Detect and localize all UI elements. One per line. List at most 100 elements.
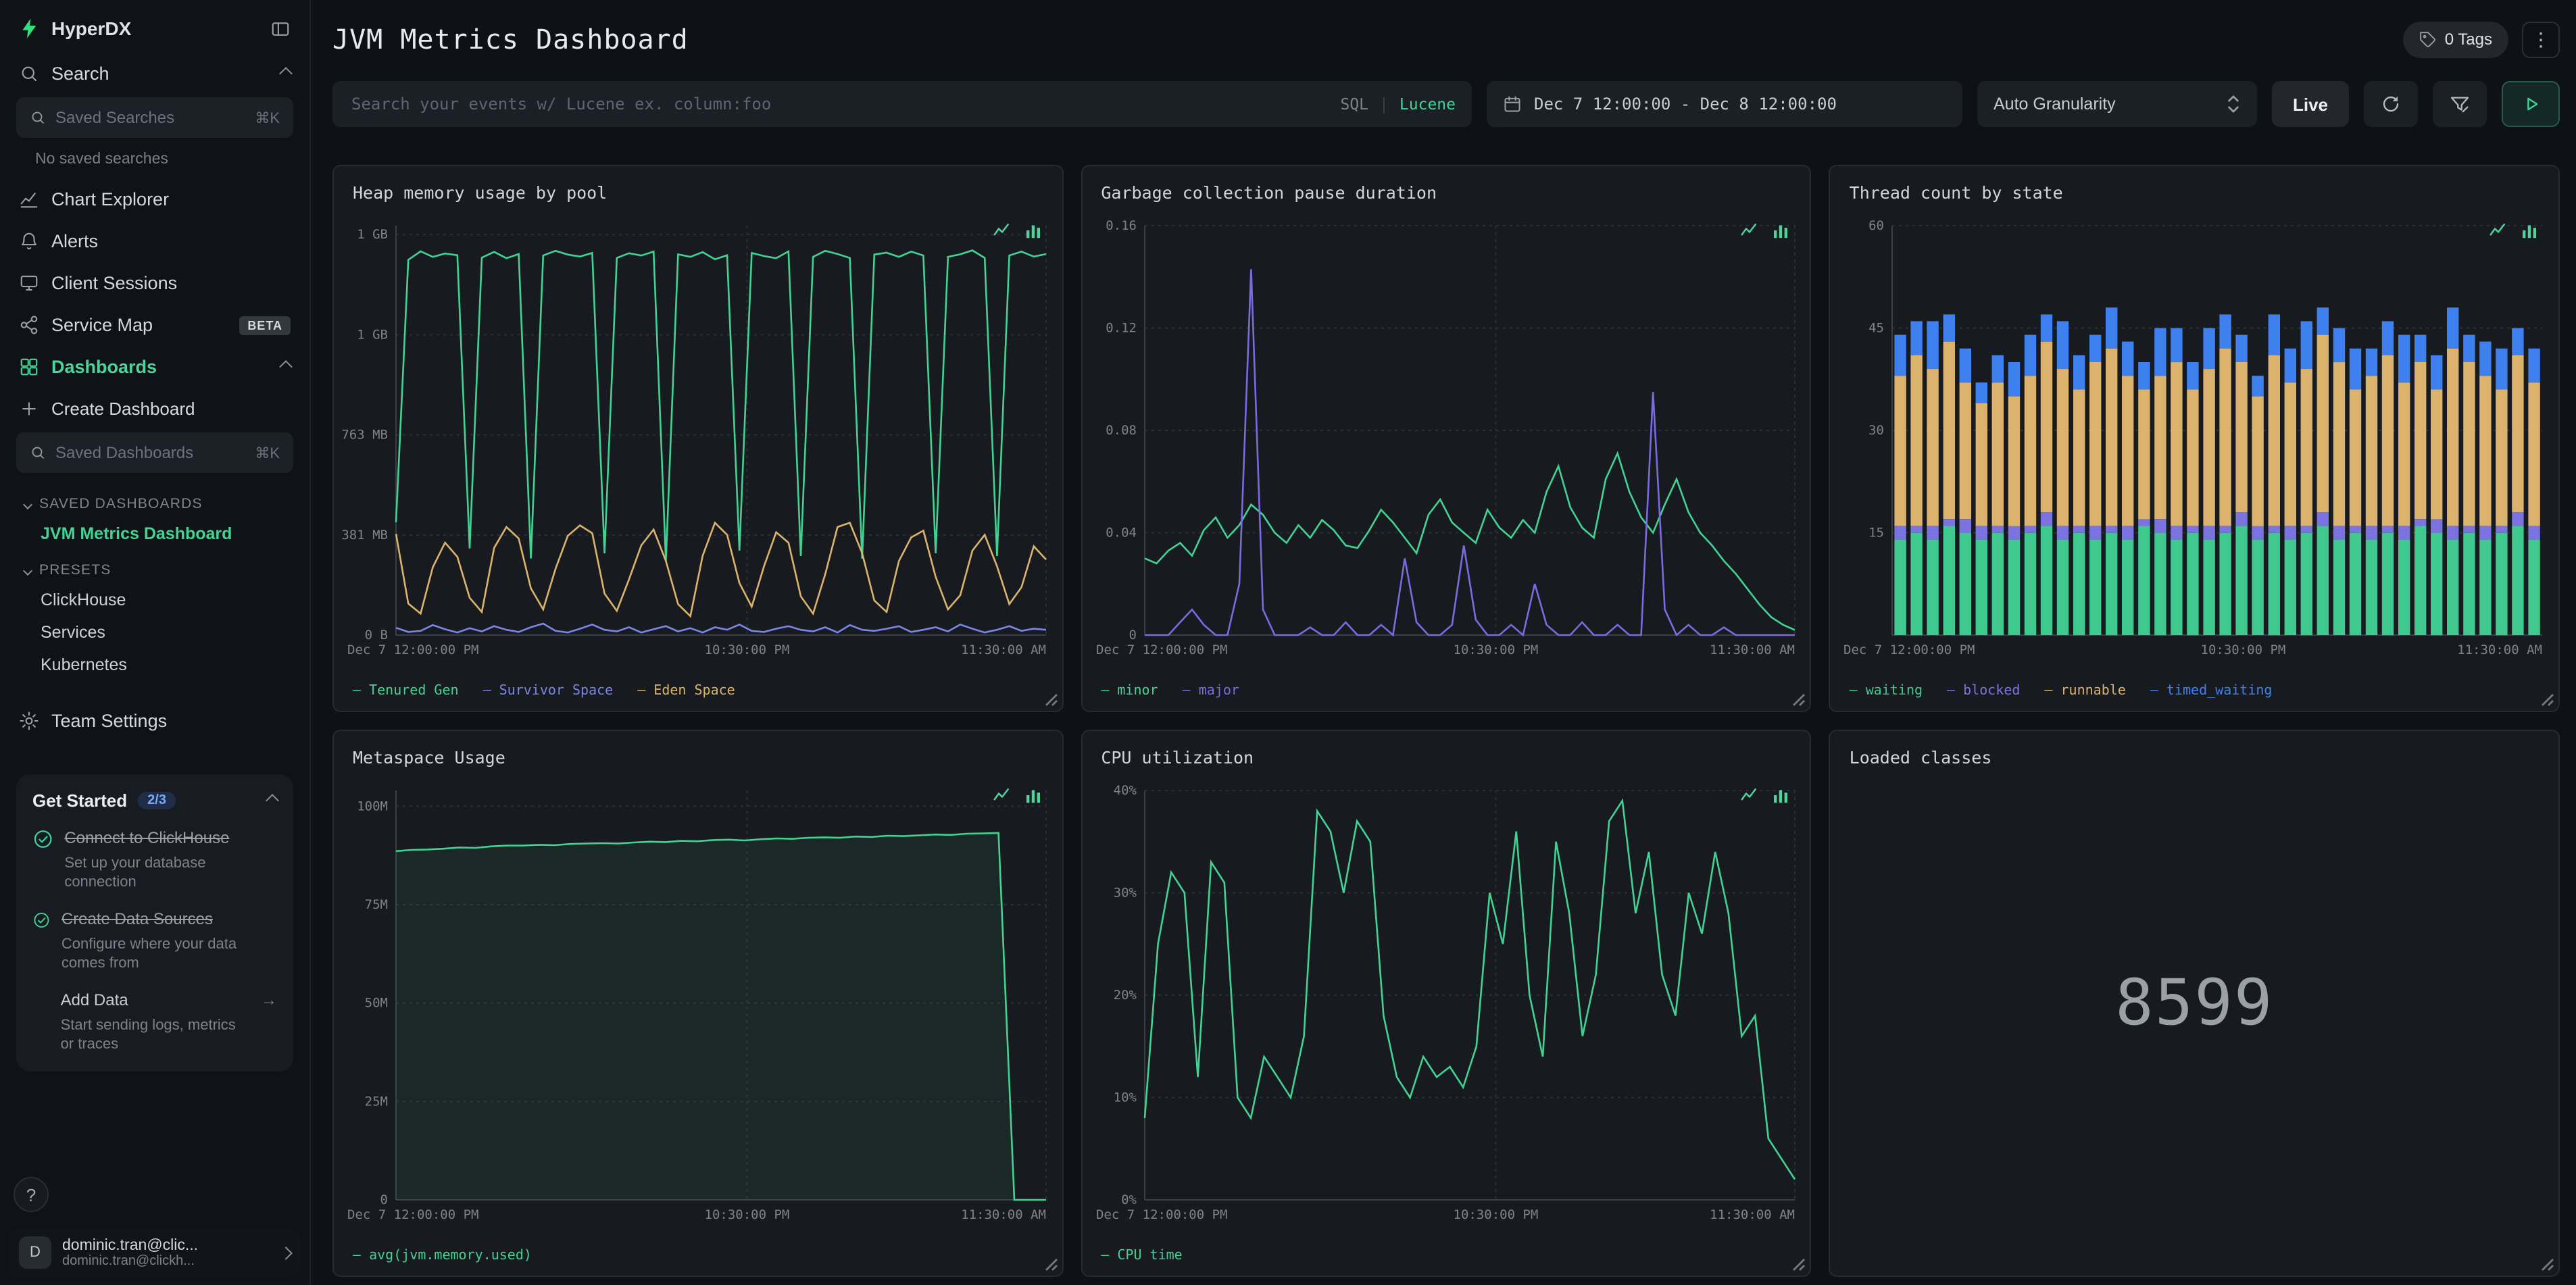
svg-text:0%: 0%	[1120, 1192, 1136, 1207]
search-icon	[32, 111, 44, 124]
tags-button[interactable]: 0 Tags	[2402, 21, 2508, 57]
resize-handle[interactable]	[1791, 1257, 1806, 1271]
presets-group-header[interactable]: PRESETS	[0, 550, 309, 584]
resize-handle[interactable]	[1043, 1257, 1058, 1271]
task-connect-clickhouse[interactable]: Connect to ClickHouse Set up your databa…	[32, 828, 277, 892]
legend-item[interactable]: — Survivor Space	[483, 684, 614, 699]
legend-item[interactable]: — major	[1183, 684, 1239, 699]
svg-text:10:30:00 PM: 10:30:00 PM	[705, 1207, 790, 1222]
chart-title: Garbage collection pause duration	[1101, 182, 1437, 203]
sidebar-item-jvm-metrics-dashboard[interactable]: JVM Metrics Dashboard	[0, 518, 309, 550]
legend-item[interactable]: — Eden Space	[637, 684, 735, 699]
sql-mode-toggle[interactable]: SQL	[1340, 95, 1368, 114]
sidebar-item-search[interactable]: Search	[0, 53, 309, 95]
resize-handle[interactable]	[1791, 692, 1806, 707]
sidebar-item-chart-explorer[interactable]: Chart Explorer	[0, 178, 309, 220]
chart-legend: — avg(jvm.memory.used)	[353, 1249, 532, 1263]
task-title: Add Data	[60, 990, 128, 1010]
bar-chart-toggle-icon[interactable]	[1022, 220, 1043, 241]
chart-panel-gc-pause: Garbage collection pause duration 0 0.04 0…	[1081, 165, 1812, 712]
lucene-mode-toggle[interactable]: Lucene	[1400, 95, 1456, 114]
chevron-down-icon	[22, 499, 33, 509]
hyperdx-logo-icon	[22, 18, 36, 39]
bar-chart-toggle-icon[interactable]	[1771, 785, 1791, 805]
collapse-sidebar-icon[interactable]	[270, 18, 291, 39]
legend-item[interactable]: — waiting	[1850, 684, 1923, 699]
svg-text:0: 0	[380, 1192, 388, 1207]
sidebar-item-label: Team Settings	[51, 711, 168, 731]
legend-item[interactable]: — CPU time	[1101, 1249, 1182, 1263]
legend-item[interactable]: — avg(jvm.memory.used)	[353, 1249, 532, 1263]
date-range-value: Dec 7 12:00:00 - Dec 8 12:00:00	[1534, 95, 1837, 114]
task-create-data-sources[interactable]: Create Data Sources Configure where your…	[32, 909, 277, 973]
bar-chart-toggle-icon[interactable]	[1022, 785, 1043, 805]
sidebar-item-services[interactable]: Services	[0, 616, 309, 649]
chevron-up-icon[interactable]	[266, 794, 279, 807]
user-menu[interactable]: D dominic.tran@clic... dominic.tran@clic…	[8, 1228, 301, 1277]
legend-item[interactable]: — timed_waiting	[2150, 684, 2273, 699]
task-add-data[interactable]: Add Data Start sending logs, metrics or …	[32, 991, 277, 1055]
event-search-box: SQL | Lucene	[332, 81, 1472, 127]
event-search-input[interactable]	[332, 95, 1472, 114]
bar-chart-toggle-icon[interactable]	[1771, 220, 1791, 241]
sidebar: HyperDX Search ⌘K No saved searches Char…	[0, 0, 311, 1285]
svg-text:15: 15	[1869, 526, 1885, 540]
bar-chart-toggle-icon[interactable]	[2519, 220, 2540, 241]
legend-item[interactable]: — blocked	[1947, 684, 2020, 699]
refresh-button[interactable]	[2364, 81, 2418, 127]
svg-text:0.04: 0.04	[1106, 526, 1137, 540]
run-query-button[interactable]	[2502, 81, 2560, 127]
line-chart-toggle-icon[interactable]	[991, 220, 1012, 241]
calendar-icon	[1504, 96, 1520, 112]
sidebar-item-team-settings[interactable]: Team Settings	[0, 700, 309, 742]
legend-item[interactable]: — Tenured Gen	[353, 684, 459, 699]
svg-text:60: 60	[1869, 218, 1885, 233]
saved-dashboards-group-header[interactable]: SAVED DASHBOARDS	[0, 484, 309, 518]
svg-text:Dec 7 12:00:00 PM: Dec 7 12:00:00 PM	[1095, 642, 1227, 657]
main-content: JVM Metrics Dashboard 0 Tags ⋮ SQL | Luc…	[311, 0, 2576, 1285]
chart-canvas: 0 B 381 MB 763 MB 1 GB 1 GB Dec 7 12:00:00 PM…	[342, 212, 1054, 659]
sidebar-item-client-sessions[interactable]: Client Sessions	[0, 262, 309, 304]
saved-searches-box[interactable]: ⌘K	[16, 97, 293, 138]
more-menu-button[interactable]: ⋮	[2522, 21, 2560, 57]
shortcut-hint: ⌘K	[255, 110, 280, 126]
line-chart-toggle-icon[interactable]	[1740, 220, 1760, 241]
svg-text:10:30:00 PM: 10:30:00 PM	[1453, 1207, 1538, 1222]
task-title: Connect to ClickHouse	[64, 828, 230, 847]
line-chart-toggle-icon[interactable]	[991, 785, 1012, 805]
svg-text:10:30:00 PM: 10:30:00 PM	[2201, 642, 2286, 657]
svg-text:45: 45	[1869, 321, 1885, 336]
help-button[interactable]: ?	[14, 1177, 49, 1212]
chart-legend: — Tenured Gen — Survivor Space — Eden Spac…	[353, 684, 735, 699]
live-button[interactable]: Live	[2272, 81, 2349, 127]
line-chart-toggle-icon[interactable]	[2488, 220, 2508, 241]
resize-handle[interactable]	[2540, 1257, 2554, 1271]
filter-button[interactable]	[2433, 81, 2487, 127]
get-started-card: Get Started 2/3 Connect to ClickHouse Se…	[16, 774, 293, 1072]
svg-text:11:30:00 AM: 11:30:00 AM	[1709, 1207, 1794, 1222]
sidebar-item-alerts[interactable]: Alerts	[0, 220, 309, 262]
legend-item[interactable]: — runnable	[2044, 684, 2125, 699]
svg-text:0.12: 0.12	[1106, 321, 1137, 336]
granularity-select[interactable]: Auto Granularity	[1977, 81, 2257, 127]
date-range-picker[interactable]: Dec 7 12:00:00 - Dec 8 12:00:00	[1487, 81, 1962, 127]
line-chart-toggle-icon[interactable]	[1740, 785, 1760, 805]
resize-handle[interactable]	[1043, 692, 1058, 707]
legend-item[interactable]: — minor	[1101, 684, 1158, 699]
sidebar-item-kubernetes[interactable]: Kubernetes	[0, 649, 309, 681]
sidebar-item-dashboards[interactable]: Dashboards	[0, 346, 309, 388]
saved-searches-input[interactable]	[55, 108, 246, 127]
resize-handle[interactable]	[2540, 692, 2554, 707]
sidebar-item-label: Client Sessions	[51, 273, 178, 293]
sidebar-item-clickhouse[interactable]: ClickHouse	[0, 584, 309, 616]
svg-text:10%: 10%	[1113, 1090, 1137, 1105]
no-saved-searches-note: No saved searches	[35, 151, 168, 168]
sidebar-item-service-map[interactable]: Service Map BETA	[0, 304, 309, 346]
user-email: dominic.tran@clickh...	[62, 1253, 195, 1268]
chart-title: Heap memory usage by pool	[353, 182, 608, 203]
sidebar-item-label: Service Map	[51, 315, 153, 335]
task-desc: Start sending logs, metrics or traces	[60, 1017, 236, 1053]
saved-dashboards-box[interactable]: ⌘K	[16, 432, 293, 473]
create-dashboard-button[interactable]: Create Dashboard	[0, 388, 309, 430]
saved-dashboards-input[interactable]	[55, 443, 246, 462]
